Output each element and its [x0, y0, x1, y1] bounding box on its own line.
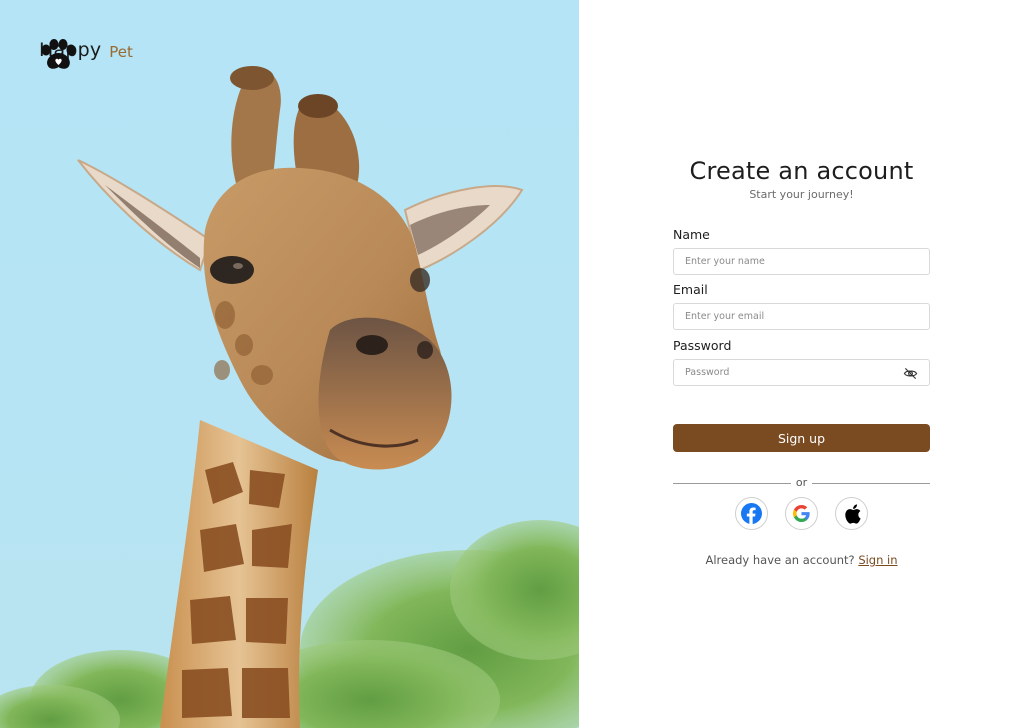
password-input[interactable]: [674, 360, 929, 385]
name-field-wrapper: [673, 248, 930, 275]
facebook-icon: [741, 503, 762, 524]
hero-image-panel: Happy Pet: [0, 0, 579, 728]
google-icon: [793, 505, 810, 522]
email-label: Email: [673, 282, 708, 297]
apple-signin-button[interactable]: [835, 497, 868, 530]
signin-prompt-row: Already have an account? Sign in: [673, 553, 930, 567]
google-signin-button[interactable]: [785, 497, 818, 530]
or-divider: or: [673, 476, 930, 490]
email-input[interactable]: [674, 304, 929, 329]
page-subtitle: Start your journey!: [749, 188, 854, 201]
password-field-wrapper: [673, 359, 930, 386]
paw-logo-icon: [41, 39, 76, 69]
apple-icon: [844, 503, 861, 524]
facebook-signin-button[interactable]: [735, 497, 768, 530]
signin-link[interactable]: Sign in: [858, 553, 897, 567]
name-label: Name: [673, 227, 710, 242]
signup-button[interactable]: Sign up: [673, 424, 930, 452]
name-input[interactable]: [674, 249, 929, 274]
signup-panel: Create an account Start your journey! Na…: [579, 0, 1024, 728]
signin-prompt-text: Already have an account?: [705, 553, 855, 567]
page-title: Create an account: [689, 157, 914, 185]
password-label: Password: [673, 338, 732, 353]
eye-off-icon[interactable]: [903, 366, 918, 381]
brand-subname: Pet: [109, 42, 133, 61]
divider-line-right: [812, 483, 930, 484]
email-field-wrapper: [673, 303, 930, 330]
giraffe-illustration: [0, 66, 579, 728]
brand[interactable]: Happy Pet: [39, 39, 133, 69]
